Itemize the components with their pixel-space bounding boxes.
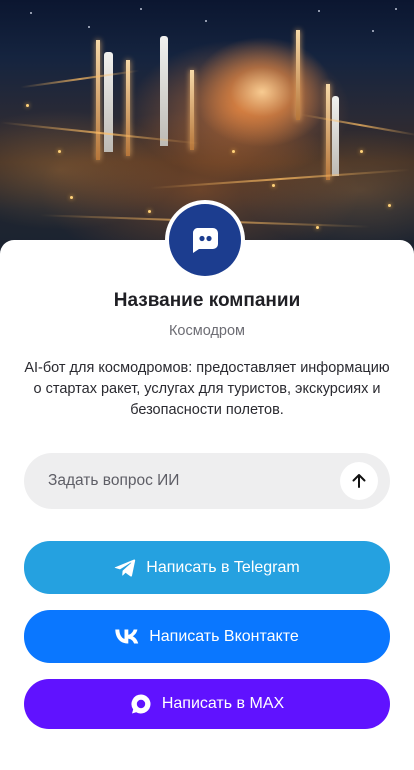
company-category: Космодром — [168, 323, 246, 339]
ask-send-button[interactable] — [340, 462, 378, 500]
company-name: Название компании — [113, 290, 301, 311]
telegram-button-label: Написать в Telegram — [146, 558, 300, 576]
max-messenger-icon — [130, 693, 152, 715]
max-button-label: Написать в MAX — [161, 695, 285, 712]
ask-ai-box — [24, 453, 390, 509]
telegram-button[interactable]: Написать в Telegram — [24, 541, 390, 594]
avatar-background — [169, 204, 241, 276]
vk-button-label: Написать Вконтакте — [149, 627, 299, 645]
arrow-up-icon — [352, 474, 366, 488]
ask-ai-input[interactable] — [24, 453, 340, 509]
vk-icon — [115, 629, 139, 644]
vk-button[interactable]: Написать Вконтакте — [24, 610, 390, 663]
page: Название компании Космодром AI-бот для к… — [0, 0, 414, 770]
telegram-icon — [114, 558, 136, 578]
max-button[interactable]: Написать в MAX — [24, 679, 390, 729]
avatar — [165, 200, 245, 280]
company-description: AI-бот для космодромов: предоставляет ин… — [24, 360, 390, 418]
chat-bot-icon — [192, 228, 218, 253]
